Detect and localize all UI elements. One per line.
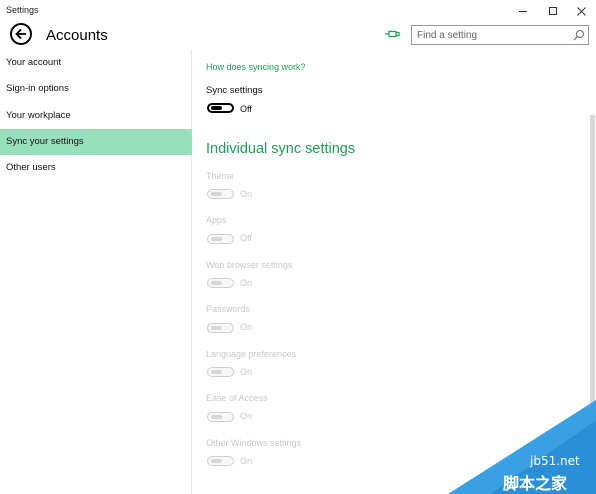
passwords-state: On <box>240 322 253 332</box>
maximize-icon <box>549 7 557 15</box>
scrollbar[interactable] <box>590 115 595 415</box>
sidebar-item-your-workplace[interactable]: Your workplace <box>0 103 192 129</box>
other-windows-settings-label: Other Windows settings <box>206 438 302 448</box>
close-button[interactable] <box>566 0 596 22</box>
search-icon[interactable] <box>573 29 585 41</box>
theme-state: On <box>240 189 253 199</box>
minimize-button[interactable] <box>508 0 538 22</box>
sync-settings-toggle[interactable] <box>207 103 234 113</box>
passwords-label: Passwords <box>206 304 251 314</box>
ease-of-access-toggle[interactable] <box>207 412 234 422</box>
sidebar: Your account Sign-in options Your workpl… <box>0 50 192 494</box>
sync-settings-state: Off <box>240 104 252 114</box>
passwords-toggle[interactable] <box>207 323 234 333</box>
sidebar-item-sign-in-options[interactable]: Sign-in options <box>0 76 192 102</box>
minimize-icon <box>519 10 527 12</box>
search-input[interactable] <box>412 26 572 44</box>
other-windows-settings-state: On <box>240 456 253 466</box>
back-arrow-icon <box>15 28 26 40</box>
apps-state: Off <box>240 233 252 243</box>
ease-of-access-label: Ease of Access <box>206 393 268 403</box>
toggle-knob <box>211 106 222 110</box>
close-icon <box>576 6 586 16</box>
toggle-knob <box>211 192 222 196</box>
language-preferences-state: On <box>240 367 253 377</box>
sync-settings-label: Sync settings <box>206 85 263 96</box>
page-title: Accounts <box>46 27 108 44</box>
title-bar: Settings <box>0 0 596 22</box>
web-browser-settings-toggle[interactable] <box>207 278 234 288</box>
toggle-knob <box>211 415 222 419</box>
apps-toggle[interactable] <box>207 234 234 244</box>
toggle-knob <box>211 237 222 241</box>
theme-toggle[interactable] <box>207 189 234 199</box>
web-browser-settings-state: On <box>240 278 253 288</box>
toggle-knob <box>211 459 222 463</box>
sidebar-item-other-users[interactable]: Other users <box>0 155 192 181</box>
window-title: Settings <box>6 5 39 15</box>
language-preferences-label: Language preferences <box>206 349 297 359</box>
language-preferences-toggle[interactable] <box>207 367 234 377</box>
section-heading: Individual sync settings <box>206 141 356 157</box>
pin-icon[interactable] <box>384 28 400 40</box>
sidebar-item-your-account[interactable]: Your account <box>0 50 192 76</box>
apps-label: Apps <box>206 215 227 225</box>
toggle-knob <box>211 370 222 374</box>
theme-label: Theme <box>206 171 235 181</box>
search-box[interactable] <box>411 25 589 45</box>
ease-of-access-state: On <box>240 411 253 421</box>
maximize-button[interactable] <box>538 0 568 22</box>
back-button[interactable] <box>10 23 32 45</box>
sidebar-item-sync-your-settings[interactable]: Sync your settings <box>0 129 192 155</box>
toggle-knob <box>211 281 222 285</box>
other-windows-settings-toggle[interactable] <box>207 456 234 466</box>
help-link[interactable]: How does syncing work? <box>206 62 306 72</box>
web-browser-settings-label: Web browser settings <box>206 260 293 270</box>
toggle-knob <box>211 326 222 330</box>
content-pane: How does syncing work? Sync settings Off… <box>193 50 590 494</box>
page-header: Accounts <box>0 22 596 50</box>
